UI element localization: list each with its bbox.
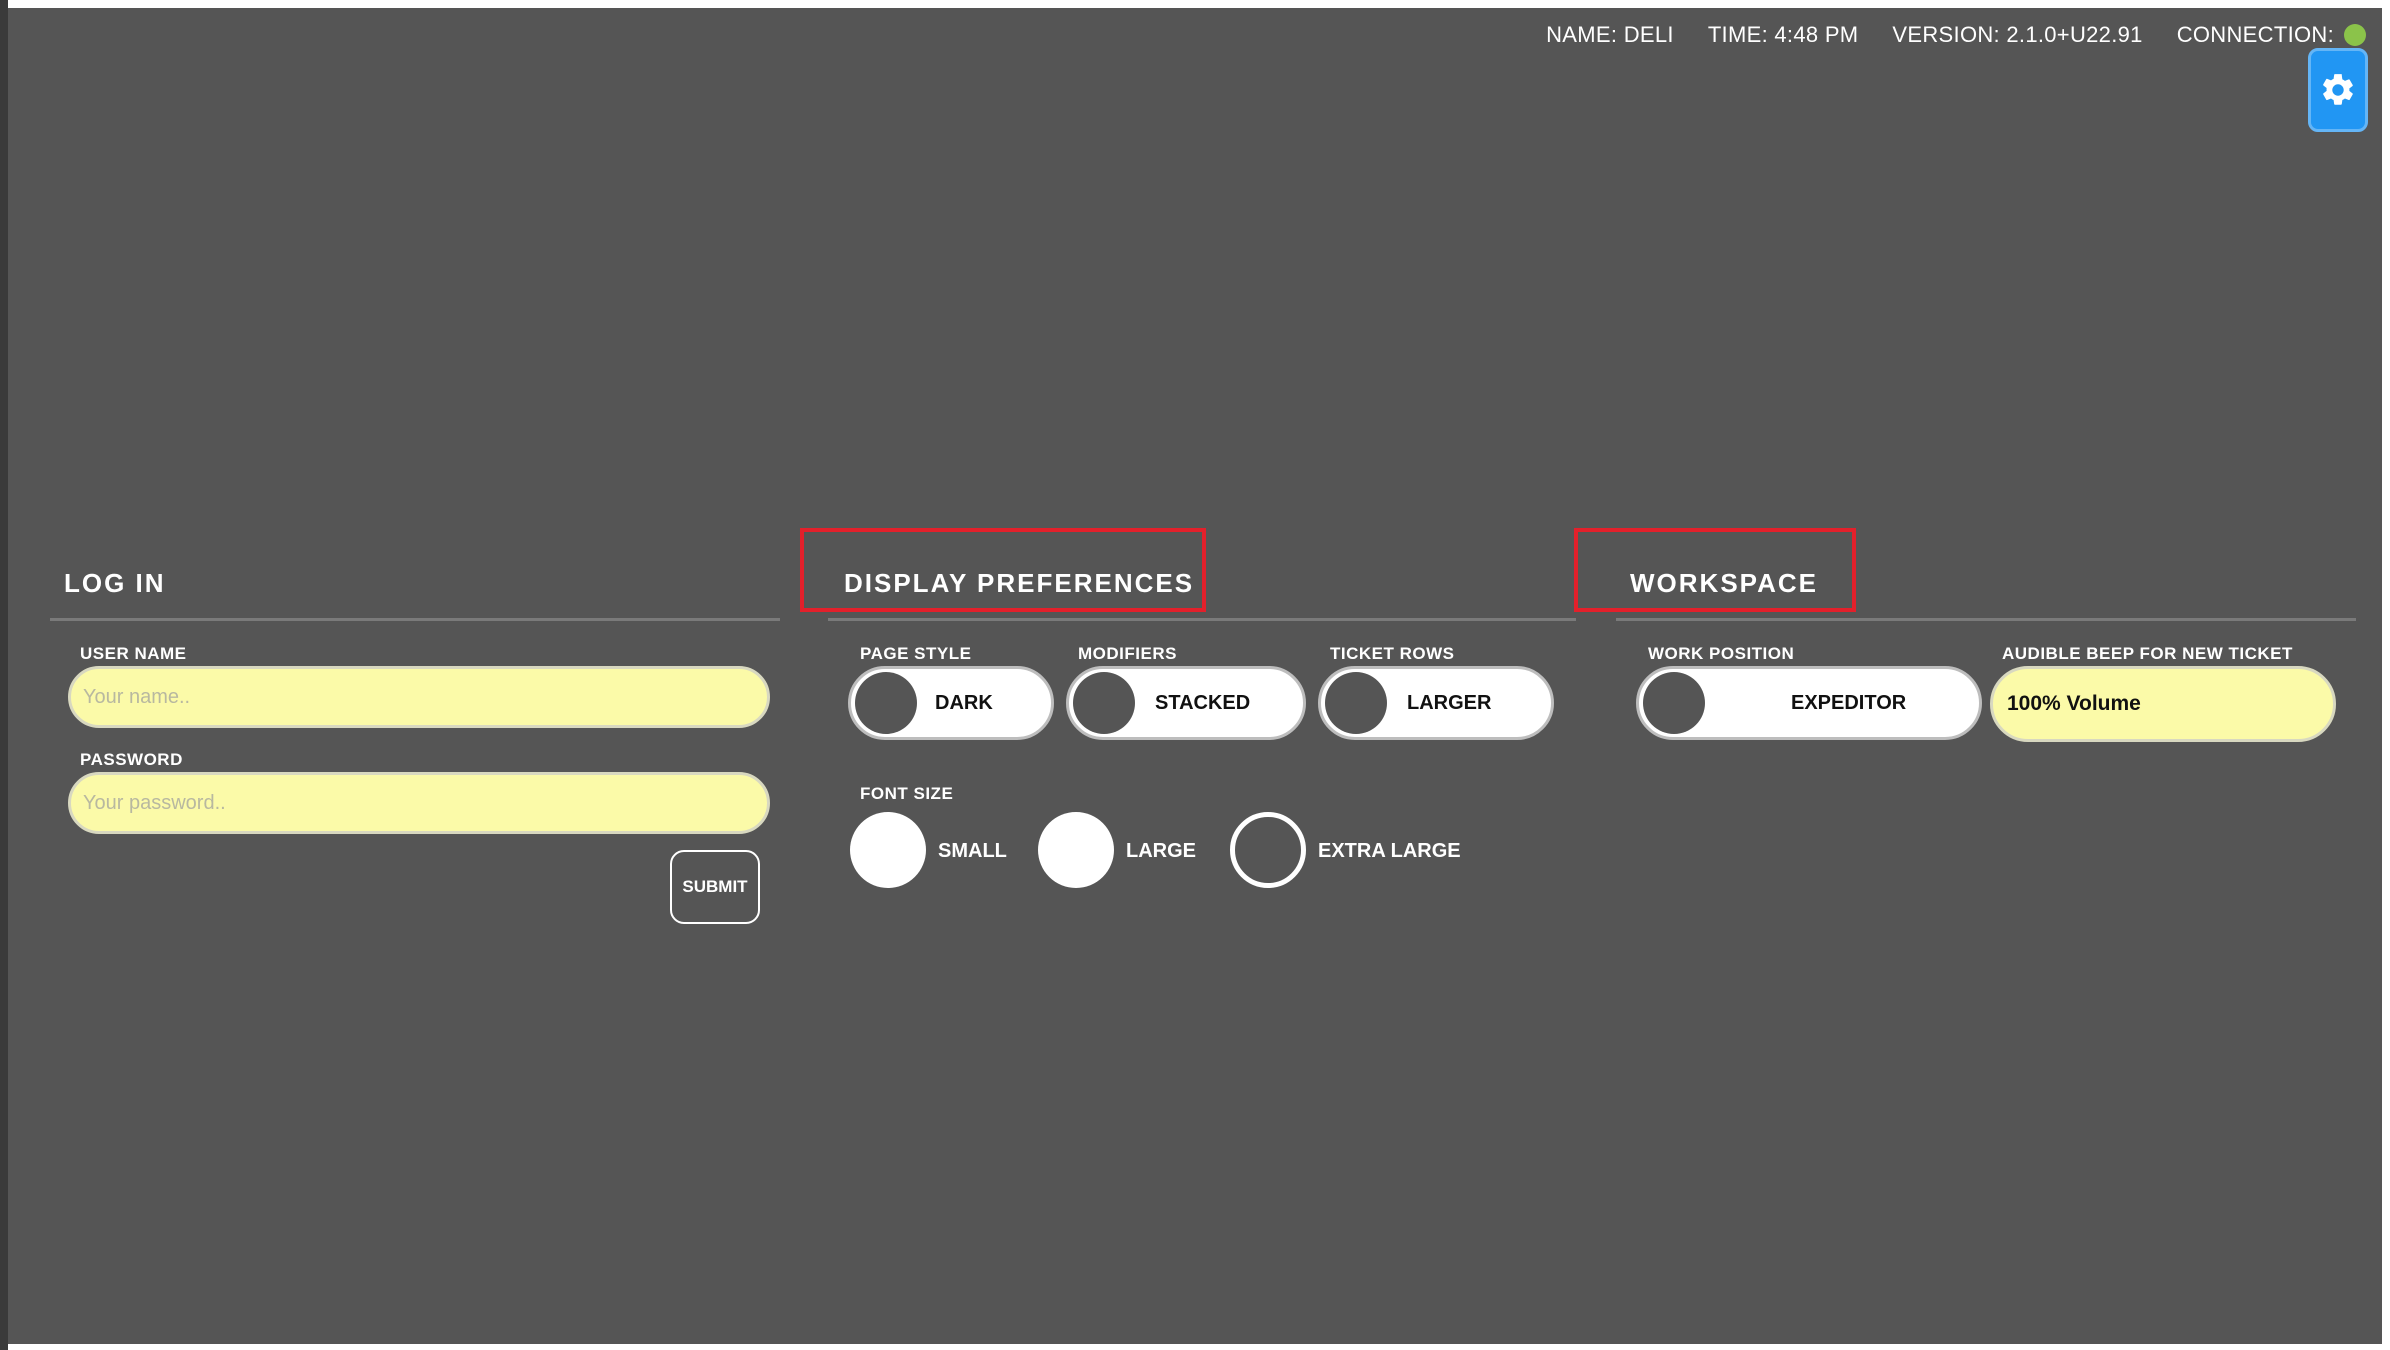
beep-volume-select[interactable]: 100% Volume <box>1990 666 2336 742</box>
work-position-value: EXPEDITOR <box>1791 691 1907 714</box>
toggle-knob <box>1325 672 1387 734</box>
submit-button[interactable]: SUBMIT <box>670 850 760 924</box>
connection-label: CONNECTION: <box>2176 22 2334 47</box>
font-size-large-radio[interactable] <box>1038 812 1114 888</box>
version: VERSION: 2.1.0+U22.91 <box>1892 22 2143 47</box>
font-size-extra-large-label: EXTRA LARGE <box>1318 840 1461 862</box>
connection-status-icon <box>2344 24 2366 46</box>
ticket-rows-value: LARGER <box>1407 691 1492 714</box>
clock: TIME: 4:48 PM <box>1707 22 1859 47</box>
username-input[interactable] <box>68 666 770 728</box>
window-edge <box>0 0 8 1350</box>
font-size-label: FONT SIZE <box>860 784 954 803</box>
page-style-label: PAGE STYLE <box>860 644 972 663</box>
login-title: LOG IN <box>64 568 166 598</box>
settings-button[interactable] <box>2308 48 2368 132</box>
ticket-rows-toggle[interactable]: LARGER <box>1318 666 1554 740</box>
login-divider <box>50 618 780 621</box>
modifiers-value: STACKED <box>1155 691 1251 714</box>
app-screen: NAME: DELI TIME: 4:48 PM VERSION: 2.1.0+… <box>8 8 2382 1344</box>
workspace-divider <box>1616 618 2356 621</box>
toggle-knob <box>1073 672 1135 734</box>
font-size-small-radio[interactable] <box>850 812 926 888</box>
password-label: PASSWORD <box>80 750 183 769</box>
display-divider <box>828 618 1576 621</box>
workspace-title: WORKSPACE <box>1630 568 1818 598</box>
display-title: DISPLAY PREFERENCES <box>844 568 1195 598</box>
toggle-knob <box>855 672 917 734</box>
beep-label: AUDIBLE BEEP FOR NEW TICKET <box>2002 644 2293 663</box>
station-name: NAME: DELI <box>1546 22 1674 47</box>
gear-icon <box>2323 74 2353 105</box>
modifiers-label: MODIFIERS <box>1078 644 1177 663</box>
modifiers-toggle[interactable]: STACKED <box>1066 666 1306 740</box>
ticket-rows-label: TICKET ROWS <box>1330 644 1455 663</box>
font-size-extra-large-radio[interactable] <box>1230 812 1306 888</box>
username-label: USER NAME <box>80 644 187 663</box>
page-style-toggle[interactable]: DARK <box>848 666 1054 740</box>
page-style-value: DARK <box>935 691 993 714</box>
password-input[interactable] <box>68 772 770 834</box>
work-position-toggle[interactable]: EXPEDITOR <box>1636 666 1982 740</box>
status-bar: NAME: DELI TIME: 4:48 PM VERSION: 2.1.0+… <box>1546 22 2334 48</box>
toggle-knob <box>1643 672 1705 734</box>
font-size-small-label: SMALL <box>938 840 1007 862</box>
font-size-large-label: LARGE <box>1126 840 1196 862</box>
work-position-label: WORK POSITION <box>1648 644 1795 663</box>
